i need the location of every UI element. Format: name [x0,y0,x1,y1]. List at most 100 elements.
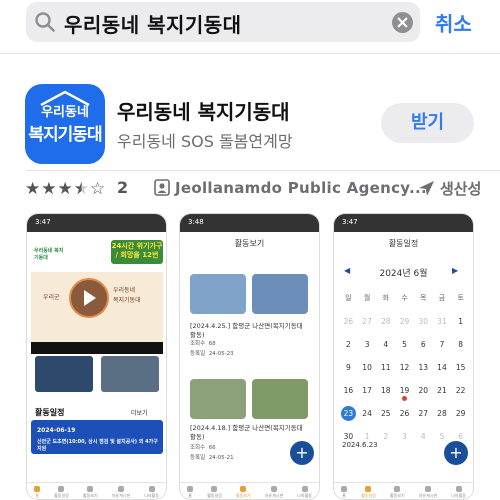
calendar-day[interactable]: 8 [451,333,470,356]
calendar-day[interactable]: 17 [358,379,377,402]
tab-board[interactable]: 자유게시판 [112,485,130,499]
calendar-day[interactable]: 15 [451,356,470,379]
calendar-day[interactable]: 3 [358,333,377,356]
divider [0,53,500,54]
calendar-day[interactable]: 2 [376,425,395,448]
tab-schedule[interactable]: 활동일정 [54,485,69,499]
weekday-header: 일월화수목금토 [339,287,470,310]
calendar-day[interactable]: 12 [395,356,414,379]
calendar-day[interactable]: 11 [376,356,395,379]
tab-my[interactable]: 나의활동 [144,485,159,499]
more-link[interactable]: 더보기 [131,408,148,417]
calendar-day[interactable]: 27 [358,310,377,333]
post-views: 조회수 66 [190,445,216,451]
weekday-label: 토 [457,294,464,302]
calendar-day[interactable]: 28 [433,402,452,425]
search-bar[interactable]: 우리동네 복지기동대 [26,2,420,42]
calendar-day[interactable]: 28 [376,310,395,333]
tab-activity[interactable]: 활동보기 [236,485,251,499]
next-month-icon[interactable]: ▶ [452,266,458,275]
tab-schedule[interactable]: 활동일정 [207,485,222,499]
calendar-day[interactable]: 5 [395,333,414,356]
calendar-day[interactable]: 18 [376,379,395,402]
tab-home[interactable]: 홈 [341,485,348,499]
calendar-day[interactable]: 26 [395,402,414,425]
calendar-day[interactable]: 9 [339,356,358,379]
screenshot-activity[interactable]: 3:48 활동보기 [2024.4.25.] 함평군 나산면(복지기동대 활동)… [179,213,320,500]
app-name[interactable]: 우리동네 복지기동대 [117,96,290,125]
calendar-day[interactable]: 29 [395,310,414,333]
screenshot-schedule[interactable]: 3:47 활동일정 ◀ 2024년 6월 ▶ 일 월 화 수 목 금 토 26 27 28 29 30… [333,213,474,500]
calendar-day[interactable]: 23 [339,402,358,425]
tab-activity[interactable]: 활동보기 [83,485,98,499]
screenshot-home[interactable]: 3:47 우리동네 복지기동대 24시간 위기가구 / 희망을 12번 우리군 … [26,213,167,500]
hotline-banner[interactable]: 24시간 위기가구 / 희망을 12번 [111,240,163,264]
search-input[interactable]: 우리동네 복지기동대 [64,9,242,38]
add-post-button[interactable]: + [290,441,314,465]
calendar-day[interactable]: 19 [395,379,414,402]
gallery-thumb[interactable] [101,356,159,392]
screen-title: 활동보기 [234,239,265,248]
post-caption[interactable]: [2024.4.25.] 함평군 나산면(복지기동대 활동) [190,322,310,340]
app-icon[interactable]: 우리동네 복지기동대 [25,84,105,164]
tab-board[interactable]: 자유게시판 [265,485,283,499]
calendar-day[interactable]: 31 [433,310,452,333]
calendar-day[interactable]: 30 [414,310,433,333]
calendar-day[interactable]: 4 [414,425,433,448]
tab-bar: 홈 활동일정 활동보기 자유게시판 나의활동 [27,482,166,499]
post-photo[interactable] [252,274,308,314]
developer-name[interactable]: Jeollanamdo Public Agency... [175,179,427,197]
weekday-label: 금 [438,294,446,302]
calendar-day[interactable]: 10 [358,356,377,379]
calendar-day[interactable]: 13 [414,356,433,379]
calendar-day[interactable]: 7 [433,333,452,356]
category-label[interactable]: 생산성 [440,178,481,199]
post-caption[interactable]: [2024.4.18.] 함평군 나산면(복지기동대 활동) [190,424,310,442]
screen-title: 활동일정 [388,239,419,248]
calendar-day[interactable]: 14 [433,356,452,379]
post-date: 등록일 24-05-21 [190,455,234,461]
tab-schedule[interactable]: 활동일정 [361,485,376,499]
calendar-day[interactable]: 21 [433,379,452,402]
calendar-day[interactable]: 24 [358,402,377,425]
weekday-label: 화 [382,294,390,302]
post-date: 등록일 24-05-23 [190,351,234,357]
calendar-day[interactable]: 27 [414,402,433,425]
calendar-day[interactable]: 6 [414,333,433,356]
calendar-day[interactable]: 3 [395,425,414,448]
calendar-day[interactable]: 26 [339,310,358,333]
get-button[interactable]: 받기 [381,103,474,143]
post-views: 조회수 68 [190,341,216,347]
tab-board[interactable]: 자유게시판 [419,485,437,499]
post-photo[interactable] [252,379,308,419]
cancel-button[interactable]: 취소 [435,8,472,37]
tab-home[interactable]: 홈 [34,485,41,499]
calendar-day[interactable]: 20 [414,379,433,402]
star-full-icon: ★ [25,179,41,199]
status-bar: 3:48 [180,214,319,232]
post-photo[interactable] [190,274,246,314]
play-icon[interactable] [84,290,96,306]
calendar-day[interactable]: 1 [451,310,470,333]
calendar-day[interactable]: 4 [376,333,395,356]
tab-my[interactable]: 나의활동 [297,485,312,499]
clear-search-button[interactable] [392,12,413,33]
calendar-day[interactable]: 25 [376,402,395,425]
star-empty-icon: ☆ [90,179,106,199]
calendar-day[interactable]: 29 [451,402,470,425]
status-bar: 3:47 [27,214,166,232]
add-schedule-button[interactable]: + [444,441,468,465]
rating-count: 2 [117,178,129,197]
calendar-day[interactable]: 2 [339,333,358,356]
tab-activity[interactable]: 활동보기 [390,485,405,499]
tab-home[interactable]: 홈 [187,485,194,499]
post-photo[interactable] [190,379,246,419]
rating-stars: ★ ★ ★ ★ ☆ [25,180,105,198]
calendar-day[interactable]: 22 [451,379,470,402]
gallery-thumb[interactable] [35,356,93,392]
tab-bar: 홈 활동일정 활동보기 자유게시판 나의활동 [180,482,319,499]
developer-icon [154,179,170,196]
calendar-day[interactable]: 16 [339,379,358,402]
tab-my[interactable]: 나의활동 [451,485,466,499]
video-text: 우리동네 복지기동대 [113,287,141,304]
